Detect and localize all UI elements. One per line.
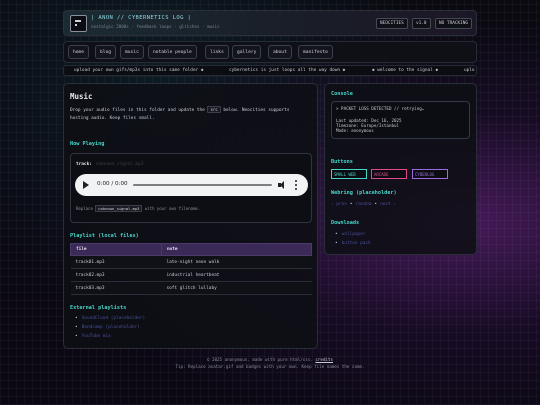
site-tagline: nostalgic 2000s · feedback loops · glitc… bbox=[91, 24, 220, 29]
table-row: track01.mp3 late-night neon walk bbox=[70, 255, 312, 269]
track-line: track: unknown_signal.mp3 bbox=[76, 162, 143, 167]
seek-bar[interactable] bbox=[133, 184, 272, 186]
nav-home[interactable]: home bbox=[68, 45, 90, 59]
footer-line-1: © 2025 anonymous. made with pure html/cs… bbox=[63, 356, 477, 363]
table-row: track02.mp3 industrial heartbeat bbox=[70, 268, 312, 282]
page-title: Music bbox=[70, 92, 93, 101]
footer-tip: Tip: Replace avatar.gif and badges with … bbox=[175, 364, 365, 369]
playlist-heading: Playlist (local files) bbox=[70, 233, 139, 239]
now-playing-card: track: unknown_signal.mp3 0:00 / 0:00 Rep… bbox=[70, 153, 312, 223]
replace-hint: Replace unknown_signal.mp3 with your own… bbox=[76, 205, 201, 212]
main-nav: home blog music notable people links gal… bbox=[63, 41, 477, 63]
webring-next[interactable]: next › bbox=[380, 202, 396, 207]
downloads-list: wallpaper button pack bbox=[335, 230, 371, 248]
column-header-note: note bbox=[161, 243, 312, 256]
credits-link[interactable]: credits bbox=[315, 357, 333, 362]
nav-links[interactable]: links bbox=[205, 45, 229, 59]
cell-note: soft glitch lullaby bbox=[161, 281, 312, 295]
cell-file: track02.mp3 bbox=[70, 268, 162, 282]
site-footer: © 2025 anonymous. made with pure html/cs… bbox=[63, 356, 477, 370]
button-small-web[interactable]: SMALL WEB bbox=[331, 169, 367, 179]
replace-hint-end: with your own filename. bbox=[144, 206, 201, 211]
site-header: | ANON // CYBERNETICS LOG | nostalgic 20… bbox=[63, 10, 477, 36]
badge-no-tracking: NO TRACKING bbox=[435, 18, 473, 29]
music-panel: Music Drop your audio files in this fold… bbox=[63, 83, 318, 349]
cell-note: late-night neon walk bbox=[161, 255, 312, 269]
console-line: Mode: anonymous bbox=[336, 128, 374, 133]
cell-file: track03.mp3 bbox=[70, 281, 162, 295]
nav-music[interactable]: music bbox=[120, 45, 144, 59]
ticker-item: upload your own gifs/mp3s into this same… bbox=[74, 68, 204, 73]
button-cyberlog[interactable]: CYBERLOG bbox=[412, 169, 448, 179]
buttons-heading: Buttons bbox=[331, 159, 353, 165]
ticker-item: ◆ welcome to the signal ◆ bbox=[372, 68, 439, 73]
downloads-heading: Downloads bbox=[331, 220, 360, 226]
console-heading: Console bbox=[331, 91, 353, 97]
webring-links: ‹ prev • random • next › bbox=[331, 202, 396, 207]
external-playlists-heading: External playlists bbox=[70, 305, 127, 311]
table-header-row: file note bbox=[70, 243, 312, 256]
webring-heading: Webring (placeholder) bbox=[331, 190, 397, 196]
link-youtube[interactable]: YouTube mix bbox=[75, 332, 145, 341]
table-row: track03.mp3 soft glitch lullaby bbox=[70, 281, 312, 295]
download-button-pack[interactable]: button pack bbox=[335, 239, 371, 248]
terminal-logo-icon bbox=[70, 15, 87, 32]
replace-hint-start: Replace bbox=[76, 206, 93, 211]
webring-random[interactable]: random bbox=[356, 202, 372, 207]
nav-about[interactable]: about bbox=[268, 45, 292, 59]
play-icon[interactable] bbox=[83, 181, 89, 189]
volume-icon[interactable] bbox=[278, 181, 286, 189]
player-time: 0:00 / 0:00 bbox=[97, 181, 128, 187]
nav-manifesto[interactable]: manifesto bbox=[298, 45, 333, 59]
intro-text-start: Drop your audio files in this folder and… bbox=[70, 108, 205, 113]
download-wallpaper[interactable]: wallpaper bbox=[335, 230, 371, 239]
external-links-list: SoundCloud (placeholder) Bandcamp (place… bbox=[75, 314, 145, 341]
track-label: track: bbox=[76, 162, 92, 167]
console-box: > PACKET LOSS DETECTED // retrying… Last… bbox=[331, 101, 470, 139]
more-options-icon[interactable] bbox=[295, 180, 297, 190]
webring-prev[interactable]: ‹ prev bbox=[331, 202, 347, 207]
site-title: | ANON // CYBERNETICS LOG | bbox=[91, 15, 192, 21]
console-line: > PACKET LOSS DETECTED // retrying… bbox=[336, 106, 425, 111]
replace-code: unknown_signal.mp3 bbox=[95, 205, 143, 212]
footer-copyright: © 2025 anonymous. made with pure html/cs… bbox=[206, 357, 313, 362]
playlist-table: file note track01.mp3 late-night neon wa… bbox=[70, 243, 312, 295]
marquee-ticker: upload your own gifs/mp3s into this same… bbox=[63, 65, 477, 76]
link-soundcloud[interactable]: SoundCloud (placeholder) bbox=[75, 314, 145, 323]
audio-player[interactable]: 0:00 / 0:00 bbox=[75, 174, 308, 196]
badge-neocities: NEOCITIES bbox=[376, 18, 408, 29]
column-header-file: file bbox=[70, 243, 162, 256]
sidebar-panel: Console > PACKET LOSS DETECTED // retryi… bbox=[324, 83, 477, 255]
ticker-item: uplo bbox=[464, 68, 475, 73]
ticker-item: cybernetics is just loops all the way do… bbox=[229, 68, 346, 73]
cell-file: track01.mp3 bbox=[70, 255, 162, 269]
track-name: unknown_signal.mp3 bbox=[95, 162, 144, 167]
badge-version: v1.0 bbox=[412, 18, 431, 29]
nav-gallery[interactable]: gallery bbox=[232, 45, 262, 59]
nav-blog[interactable]: blog bbox=[95, 45, 117, 59]
nav-notable-people[interactable]: notable people bbox=[148, 45, 197, 59]
now-playing-heading: Now Playing bbox=[70, 141, 105, 147]
inline-code: src bbox=[207, 106, 221, 113]
cell-note: industrial heartbeat bbox=[161, 268, 312, 282]
intro-text: Drop your audio files in this folder and… bbox=[70, 106, 310, 123]
button-arcade[interactable]: ARCADE bbox=[371, 169, 407, 179]
link-bandcamp[interactable]: Bandcamp (placeholder) bbox=[75, 323, 145, 332]
